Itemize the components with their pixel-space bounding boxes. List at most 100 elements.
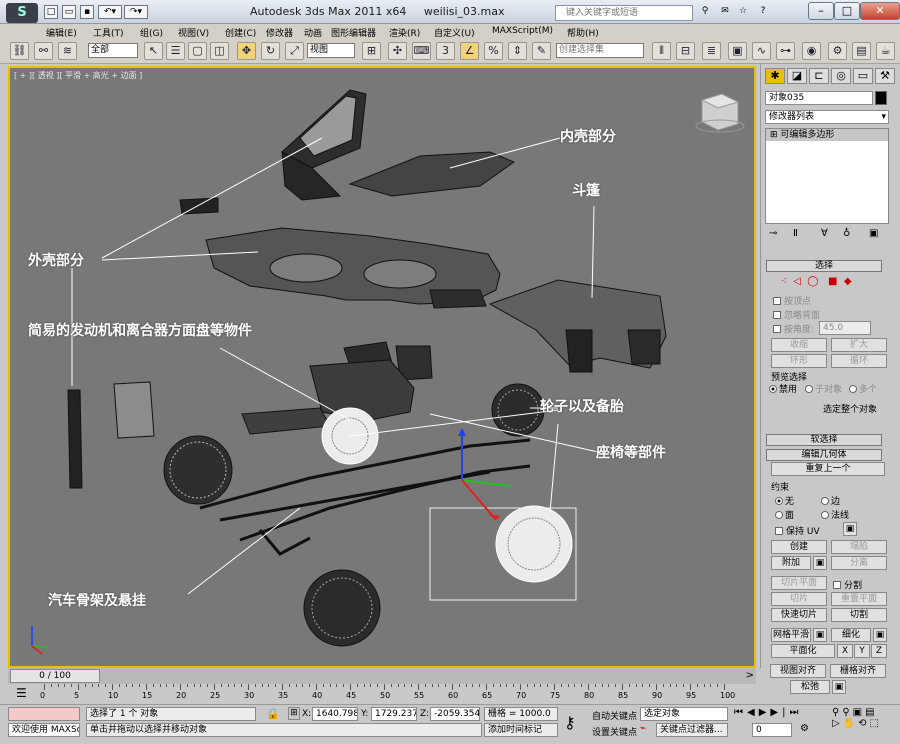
communication-icon[interactable]: ✉ — [718, 5, 732, 19]
create-icon[interactable]: ✱ — [765, 68, 785, 84]
collapse-button[interactable]: 塌陷 — [831, 540, 887, 554]
app-logo[interactable]: S — [6, 3, 38, 23]
auto-key-selection-dropdown[interactable]: 选定对象 — [640, 707, 728, 721]
material-editor-icon[interactable]: ◉ — [802, 42, 821, 60]
binoculars-icon[interactable]: ⚲ — [698, 5, 712, 19]
shrink-button[interactable]: 收缩 — [771, 338, 827, 352]
cut-button[interactable]: 切割 — [831, 608, 887, 622]
reset-plane-button[interactable]: 重置平面 — [831, 592, 887, 606]
maxscript-listener-top[interactable] — [8, 707, 80, 721]
grid-align-button[interactable]: 栅格对齐 — [830, 664, 886, 678]
zoom-all-icon[interactable]: ⚲ — [842, 707, 852, 718]
render-icon[interactable]: ☕ — [876, 42, 895, 60]
tessellate-settings-button[interactable]: ▣ — [873, 628, 887, 642]
zoom-extents-all-icon[interactable]: ▤ — [865, 707, 877, 718]
minimize-button[interactable]: – — [808, 2, 834, 20]
graphite-icon[interactable]: ▣ — [728, 42, 747, 60]
preview-multi-radio[interactable]: 多个 — [849, 382, 877, 395]
detach-button[interactable]: 分离 — [831, 556, 887, 570]
relax-settings-button[interactable]: ▣ — [832, 680, 846, 694]
play-icon[interactable]: ▶ — [759, 707, 771, 718]
redo-icon[interactable]: ↷▾ — [124, 5, 148, 19]
track-bar[interactable]: ☰ 0 5 10 15 20 25 30 35 40 45 50 55 60 65 70 75 80 85 90 95… — [0, 684, 760, 704]
rect-selection-icon[interactable]: ▢ — [188, 42, 207, 60]
zoom-icon[interactable]: ⚲ — [832, 707, 842, 718]
zoom-extents-icon[interactable]: ▣ — [853, 707, 865, 718]
bind-space-warp-icon[interactable]: ≋ — [58, 42, 77, 60]
fov-icon[interactable]: ▷ — [832, 718, 843, 729]
slice-plane-button[interactable]: 切片平面 — [771, 576, 827, 590]
add-time-tag[interactable]: 添加时间标记 — [484, 723, 558, 737]
hierarchy-icon[interactable]: ⊏ — [809, 68, 829, 84]
preview-subobject-radio[interactable]: 子对象 — [805, 382, 842, 395]
stack-item[interactable]: ⊞ 可编辑多边形 — [766, 129, 888, 141]
maximize-button[interactable]: □ — [834, 2, 860, 20]
z-coordinate-input[interactable]: -2059.354 — [430, 707, 480, 721]
window-crossing-icon[interactable]: ◫ — [210, 42, 229, 60]
pivot-center-icon[interactable]: ⊞ — [362, 42, 381, 60]
element-icon[interactable]: ◆ — [844, 276, 852, 287]
meshsmooth-button[interactable]: 网格平滑 — [771, 628, 811, 642]
configure-sets-icon[interactable]: ▣ — [869, 228, 878, 239]
planarize-button[interactable]: 平面化 — [771, 644, 835, 658]
undo-icon[interactable]: ↶▾ — [98, 5, 122, 19]
render-setup-icon[interactable]: ⚙ — [828, 42, 847, 60]
selection-filter-dropdown[interactable]: 全部 — [88, 43, 138, 58]
ignore-backface-checkbox[interactable]: 忽略背面 — [773, 308, 820, 321]
curve-editor-icon[interactable]: ∿ — [752, 42, 771, 60]
select-link-icon[interactable]: ⛓ — [10, 42, 29, 60]
mirror-icon[interactable]: ⫴ — [652, 42, 671, 60]
absolute-mode-icon[interactable]: ⊞ — [288, 707, 300, 720]
object-name-input[interactable]: 对象035 — [765, 91, 873, 105]
next-frame-icon[interactable]: > — [746, 670, 754, 681]
tessellate-button[interactable]: 细化 — [831, 628, 871, 642]
set-keys-icon[interactable]: ⌁ — [640, 723, 646, 734]
close-button[interactable]: ✕ — [860, 2, 900, 20]
slice-button[interactable]: 切片 — [771, 592, 827, 606]
set-key-button[interactable]: 设置关键点 — [592, 725, 637, 738]
perspective-viewport[interactable]: [ + ][ 透视 ][ 平滑 + 高光 + 边面 ] 内壳部分 斗篷 外壳部分… — [8, 66, 756, 668]
keep-uv-checkbox[interactable]: 保持 UV — [775, 524, 820, 537]
pin-stack-icon[interactable]: ⊸ — [769, 228, 777, 239]
layer-manager-icon[interactable]: ≣ — [702, 42, 721, 60]
auto-key-button[interactable]: 自动关键点 — [592, 709, 637, 722]
favorites-icon[interactable]: ☆ — [736, 5, 750, 19]
goto-start-icon[interactable]: ⏮ — [734, 707, 747, 718]
ref-coord-dropdown[interactable]: 视图 — [307, 43, 355, 58]
named-selection-dropdown[interactable]: 创建选择集 — [556, 43, 644, 58]
key-filters-button[interactable]: 关键点过滤器... — [656, 723, 728, 737]
keep-uv-settings-button[interactable]: ▣ — [843, 522, 857, 536]
schematic-view-icon[interactable]: ⊶ — [776, 42, 795, 60]
create-button[interactable]: 创建 — [771, 540, 827, 554]
manipulate-icon[interactable]: ✣ — [388, 42, 407, 60]
select-rotate-icon[interactable]: ↻ — [261, 42, 280, 60]
angle-snap-icon[interactable]: ∠ — [460, 42, 479, 60]
mini-curve-editor-icon[interactable]: ☰ — [16, 686, 27, 700]
relax-button[interactable]: 松弛 — [790, 680, 830, 694]
maxscript-listener[interactable]: 欢迎使用 MAXSc — [8, 723, 80, 737]
time-config-icon[interactable]: ⚙ — [800, 723, 809, 734]
remove-modifier-icon[interactable]: ♁ — [843, 228, 850, 239]
planarize-x-button[interactable]: X — [837, 644, 853, 658]
percent-snap-icon[interactable]: % — [484, 42, 503, 60]
y-coordinate-input[interactable]: 1729.237 — [371, 707, 417, 721]
prev-frame-icon[interactable]: ◀ — [747, 707, 759, 718]
by-vertex-checkbox[interactable]: 按顶点 — [773, 294, 811, 307]
make-unique-icon[interactable]: ∀ — [821, 228, 828, 239]
view-align-button[interactable]: 视图对齐 — [770, 664, 826, 678]
time-slider-thumb[interactable]: 0 / 100 — [10, 669, 100, 683]
rendered-frame-icon[interactable]: ▤ — [852, 42, 871, 60]
loop-button[interactable]: 循环 — [831, 354, 887, 368]
constraint-none-radio[interactable]: 无 — [775, 494, 794, 507]
key-icon[interactable]: ⚷ — [564, 713, 576, 732]
next-key-icon[interactable]: ▶| — [770, 707, 789, 718]
orbit-icon[interactable]: ⟲ — [858, 718, 869, 729]
planarize-z-button[interactable]: Z — [871, 644, 887, 658]
modifier-list-dropdown[interactable]: 修改器列表 ▾ — [765, 110, 889, 124]
spinner-snap-icon[interactable]: ⇕ — [508, 42, 527, 60]
object-color-swatch[interactable] — [875, 91, 887, 105]
select-move-icon[interactable]: ✥ — [237, 42, 256, 60]
pan-icon[interactable]: ✋ — [843, 718, 858, 729]
edge-icon[interactable]: ◁ — [793, 276, 801, 287]
vertex-icon[interactable]: ⁖ — [781, 276, 787, 287]
